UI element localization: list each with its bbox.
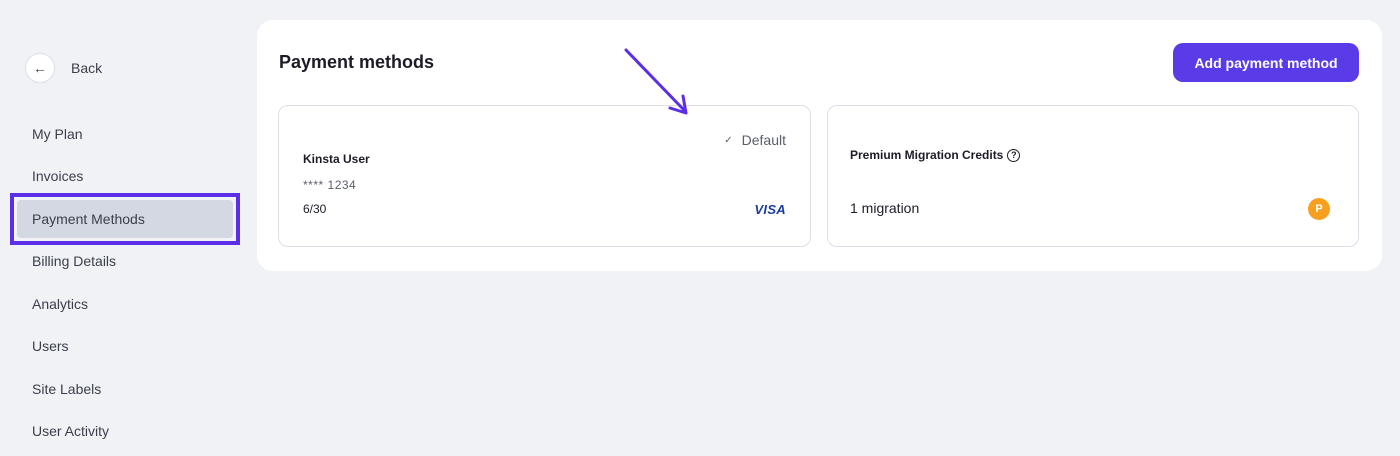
sidebar-item-site-labels[interactable]: Site Labels: [32, 381, 101, 397]
add-payment-method-button[interactable]: Add payment method: [1173, 43, 1359, 82]
visa-logo-icon: VISA: [754, 202, 786, 217]
sidebar-item-user-activity[interactable]: User Activity: [32, 423, 109, 439]
sidebar: ← Back My Plan Invoices Payment Methods …: [0, 0, 250, 456]
payment-card[interactable]: ✓ Default Kinsta User **** 1234 6/30 VIS…: [278, 105, 811, 247]
sidebar-item-users[interactable]: Users: [32, 338, 69, 354]
sidebar-item-invoices[interactable]: Invoices: [32, 168, 83, 184]
help-icon[interactable]: ?: [1007, 148, 1021, 162]
credits-title-label: Premium Migration Credits: [850, 148, 1004, 162]
card-number: **** 1234: [303, 178, 357, 192]
coin-icon: P: [1308, 198, 1330, 220]
page-title: Payment methods: [279, 52, 435, 72]
sidebar-item-my-plan[interactable]: My Plan: [32, 126, 83, 142]
card-expiry: 6/30: [303, 202, 327, 216]
cardholder-name: Kinsta User: [303, 152, 370, 166]
sidebar-item-payment-methods[interactable]: Payment Methods: [32, 211, 145, 227]
sidebar-item-billing-details[interactable]: Billing Details: [32, 253, 116, 269]
sidebar-item-analytics[interactable]: Analytics: [32, 296, 88, 312]
credits-title: Premium Migration Credits ?: [850, 148, 1021, 162]
credits-count: 1 migration: [850, 200, 920, 216]
back-button[interactable]: ← Back: [25, 53, 102, 83]
default-badge: ✓ Default: [724, 132, 786, 148]
default-label: Default: [741, 132, 786, 148]
payment-methods-panel: Payment methods Add payment method ✓ Def…: [257, 20, 1382, 271]
check-icon: ✓: [724, 134, 733, 146]
back-label: Back: [71, 60, 103, 76]
arrow-left-icon[interactable]: ←: [25, 53, 55, 83]
migration-credits-card: Premium Migration Credits ? 1 migration …: [827, 105, 1359, 247]
